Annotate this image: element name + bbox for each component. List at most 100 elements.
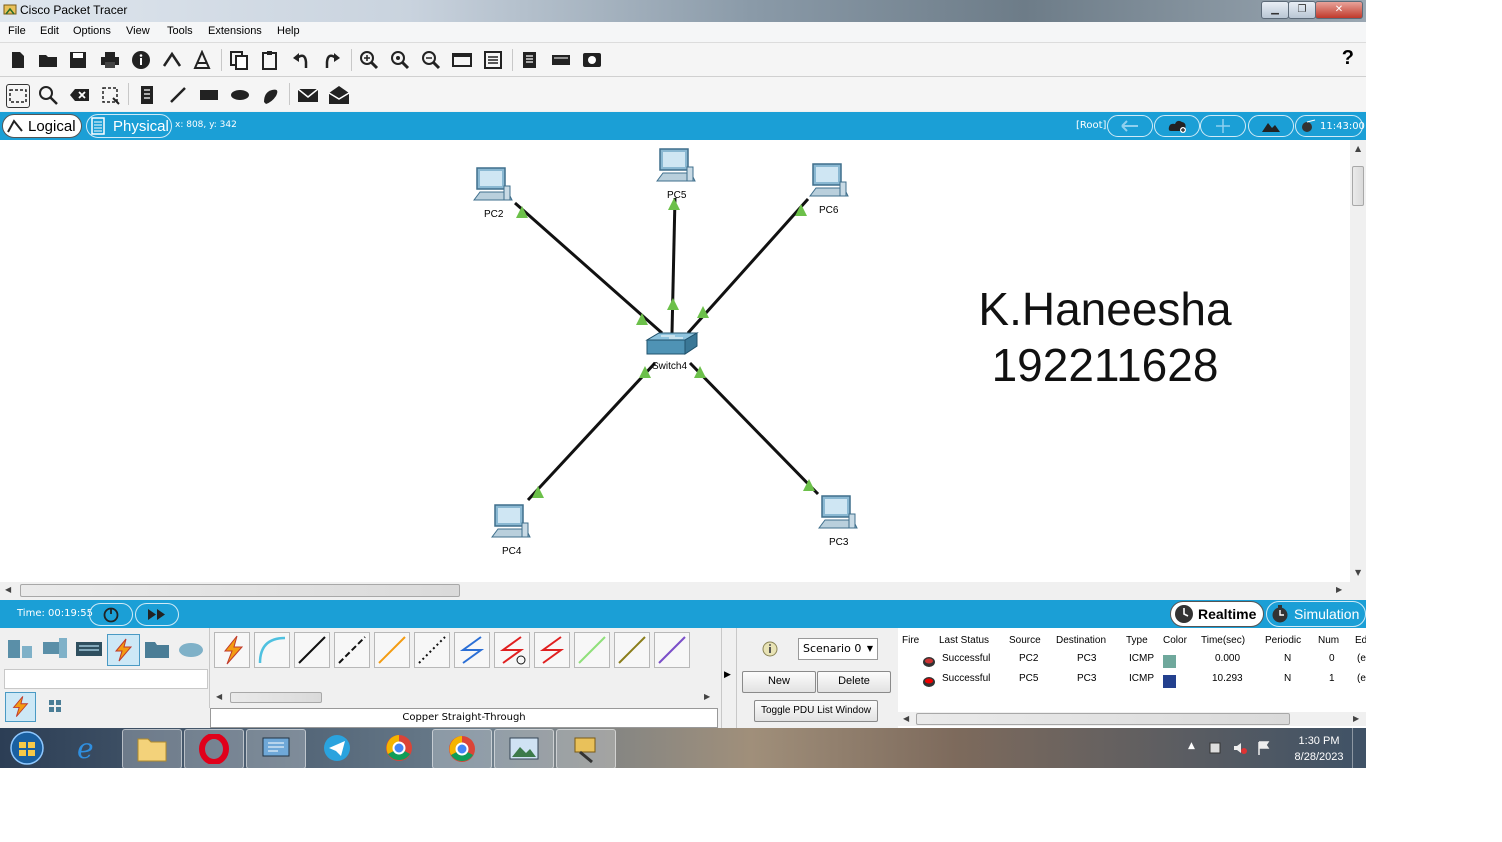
vertical-scroll-thumb[interactable] <box>1352 166 1364 206</box>
taskbar-chrome[interactable] <box>370 729 428 767</box>
new-scenario-button[interactable]: New <box>742 671 816 693</box>
menu-options[interactable]: Options <box>73 25 111 37</box>
cable-automatic[interactable] <box>214 632 250 668</box>
action-center-flag-icon[interactable] <box>1256 740 1272 756</box>
custom-devices-icon[interactable] <box>483 50 503 70</box>
system-clock[interactable]: 1:30 PM 8/28/2023 <box>1284 733 1354 765</box>
move-object-button[interactable] <box>1200 115 1246 137</box>
horizontal-scroll-thumb[interactable] <box>20 584 460 597</box>
open-folder-icon[interactable] <box>38 50 58 70</box>
pc6-icon[interactable] <box>809 163 849 197</box>
print-icon[interactable] <box>100 50 120 70</box>
menu-file[interactable]: File <box>8 25 26 37</box>
link-pc2-switch4[interactable] <box>514 201 663 335</box>
draw-line-icon[interactable] <box>167 84 189 106</box>
horizontal-scrollbar[interactable]: ◀ ▶ <box>0 582 1350 599</box>
close-button[interactable]: ✕ <box>1315 1 1363 19</box>
zoom-reset-icon[interactable] <box>390 50 410 70</box>
link-pc5-switch4[interactable] <box>670 197 677 334</box>
tab-logical[interactable]: Logical <box>2 114 82 138</box>
pc2-icon[interactable] <box>473 167 513 201</box>
miscellaneous-icon[interactable] <box>143 636 171 662</box>
undo-icon[interactable] <box>291 50 311 70</box>
pc4-icon[interactable] <box>491 504 531 538</box>
root-breadcrumb[interactable]: [Root] <box>1076 120 1106 131</box>
activity-wizard-icon[interactable] <box>192 50 212 70</box>
pc5-icon[interactable] <box>656 148 696 182</box>
fire-icon[interactable] <box>922 676 936 688</box>
vertical-scrollbar[interactable]: ▲ ▼ <box>1350 140 1366 582</box>
help-icon[interactable]: ? <box>1342 47 1354 70</box>
taskbar-control-panel[interactable] <box>246 729 306 768</box>
row-edit[interactable]: (e <box>1357 653 1366 664</box>
info-icon[interactable] <box>131 50 151 70</box>
new-file-icon[interactable] <box>8 50 28 70</box>
scroll-left-icon[interactable]: ◀ <box>216 692 222 701</box>
power-cycle-button[interactable] <box>89 603 133 626</box>
inspect-icon[interactable] <box>37 84 59 106</box>
pdu-scroll-thumb[interactable] <box>916 713 1290 725</box>
screenshot-icon[interactable] <box>582 50 602 70</box>
scroll-right-icon[interactable]: ▶ <box>704 692 710 701</box>
delete-scenario-button[interactable]: Delete <box>817 671 891 693</box>
taskbar-packet-tracer[interactable] <box>556 729 616 768</box>
cable-console[interactable] <box>254 632 290 668</box>
drawing-palette-icon[interactable] <box>452 50 472 70</box>
copy-icon[interactable] <box>229 50 249 70</box>
link-switch4-pc3[interactable] <box>688 361 820 496</box>
cable-serial-dte[interactable] <box>534 632 570 668</box>
expand-arrow-icon[interactable]: ▶ <box>724 670 731 680</box>
place-note-icon[interactable] <box>136 84 158 106</box>
switch4-icon[interactable] <box>645 332 699 355</box>
paste-icon[interactable] <box>260 50 280 70</box>
resize-shape-icon[interactable] <box>99 84 121 106</box>
table-row[interactable]: Successful PC5 PC3 ICMP 10.293 N 1 (e <box>898 672 1366 692</box>
save-icon[interactable] <box>68 50 88 70</box>
scroll-left-icon[interactable]: ◀ <box>903 714 909 723</box>
viewport-button[interactable]: 11:43:00 <box>1295 115 1365 137</box>
select-icon[interactable] <box>6 84 30 108</box>
cable-straight-through[interactable] <box>294 632 330 668</box>
menu-tools[interactable]: Tools <box>167 25 193 37</box>
complex-pdu-icon[interactable] <box>328 84 350 106</box>
new-cluster-button[interactable] <box>1154 115 1200 137</box>
components-icon[interactable] <box>75 636 103 662</box>
show-desktop-button[interactable] <box>1352 728 1366 768</box>
menu-help[interactable]: Help <box>277 25 300 37</box>
fast-forward-button[interactable] <box>135 603 179 626</box>
cable-fiber[interactable] <box>374 632 410 668</box>
back-navigation-button[interactable] <box>1107 115 1153 137</box>
taskbar-file-explorer[interactable] <box>122 729 182 768</box>
multiuser-icon[interactable] <box>177 636 205 662</box>
connections-subtype[interactable] <box>5 692 36 722</box>
workspace-note[interactable]: K.Haneesha 192211628 <box>940 281 1270 393</box>
taskbar-chrome-profile[interactable] <box>432 729 492 768</box>
tab-physical[interactable]: Physical <box>86 114 172 138</box>
row-edit[interactable]: (e <box>1357 673 1366 684</box>
cable-crossover[interactable] <box>334 632 370 668</box>
realtime-mode-button[interactable]: Realtime <box>1170 601 1264 627</box>
scroll-right-icon[interactable]: ▶ <box>1336 585 1342 594</box>
cable-scrollbar[interactable]: ◀ ▶ <box>210 690 715 704</box>
simple-pdu-icon[interactable] <box>297 84 319 106</box>
cable-usb[interactable] <box>654 632 690 668</box>
set-tiled-background-button[interactable] <box>1248 115 1294 137</box>
freeform-icon[interactable] <box>260 84 282 106</box>
menu-view[interactable]: View <box>126 25 150 37</box>
network-devices-icon[interactable] <box>6 636 34 662</box>
device-search-field[interactable] <box>4 669 208 689</box>
scenario-info-icon[interactable] <box>762 641 778 657</box>
cable-iot[interactable] <box>614 632 650 668</box>
grid-icon[interactable] <box>46 697 64 715</box>
taskbar-internet-explorer[interactable]: e <box>60 729 118 767</box>
zoom-in-icon[interactable] <box>359 50 379 70</box>
end-devices-icon[interactable] <box>41 636 69 662</box>
redo-icon[interactable] <box>322 50 342 70</box>
scroll-right-icon[interactable]: ▶ <box>1353 714 1359 723</box>
notes-icon[interactable] <box>520 50 540 70</box>
taskbar-photos[interactable] <box>494 729 554 768</box>
menu-extensions[interactable]: Extensions <box>208 25 262 37</box>
network-info-icon[interactable] <box>162 50 182 70</box>
menu-edit[interactable]: Edit <box>40 25 59 37</box>
maximize-button[interactable]: ❐ <box>1288 1 1316 19</box>
